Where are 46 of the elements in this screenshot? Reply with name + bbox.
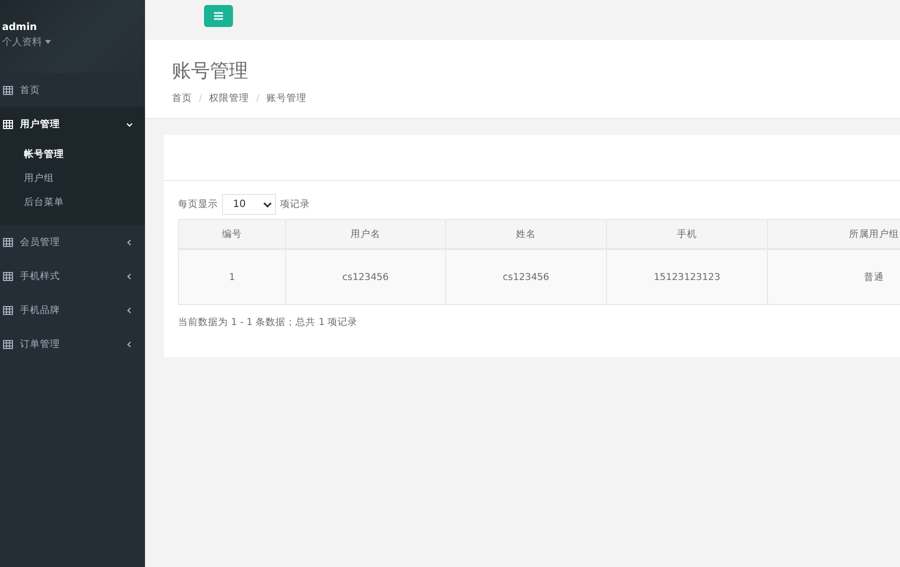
breadcrumb-link[interactable]: 账号管理 xyxy=(266,92,306,105)
column-header[interactable]: 编号 xyxy=(178,220,286,249)
table-cell: 普通 xyxy=(768,249,900,304)
chevron-left-icon xyxy=(126,340,133,348)
profile-menu[interactable]: 个人资料 xyxy=(2,35,145,49)
sidebar-item[interactable]: 手机品牌 xyxy=(0,293,145,327)
page-title: 账号管理 xyxy=(172,59,249,84)
menu-icon xyxy=(214,12,223,20)
grid-icon xyxy=(3,86,13,94)
table-cell: 15123123123 xyxy=(606,249,768,304)
caret-icon xyxy=(45,40,51,44)
column-header[interactable]: 用户名 xyxy=(286,220,446,249)
table-summary: 当前数据为 1 - 1 条数据；总共 1 项记录 xyxy=(178,316,359,329)
menu-button[interactable] xyxy=(204,5,233,27)
chevron-down-icon xyxy=(263,202,272,208)
breadcrumb-separator: / xyxy=(256,93,260,104)
submenu-item[interactable]: 后台菜单 xyxy=(0,191,145,215)
page-size-select[interactable]: 10 xyxy=(222,194,276,215)
chevron-down-icon xyxy=(126,120,133,128)
column-header[interactable]: 所属用户组 xyxy=(768,220,900,249)
chevron-left-icon xyxy=(126,272,133,280)
page-size-label: 每页显示 xyxy=(178,198,218,211)
page-size-suffix: 项记录 xyxy=(280,198,310,211)
grid-icon xyxy=(3,238,13,246)
column-header[interactable]: 手机 xyxy=(606,220,768,249)
table-cell: cs123456 xyxy=(286,249,446,304)
sidebar-item[interactable]: 首页 xyxy=(0,73,145,107)
breadcrumb-separator: / xyxy=(199,93,202,104)
chevron-left-icon xyxy=(126,306,133,314)
sidebar-item[interactable]: 会员管理 xyxy=(0,225,145,259)
breadcrumb-link[interactable]: 首页 xyxy=(172,92,192,105)
grid-icon xyxy=(3,306,13,314)
breadcrumb-link[interactable]: 权限管理 xyxy=(209,92,250,105)
sidebar-item[interactable]: 手机样式 xyxy=(0,259,145,293)
submenu-item[interactable]: 用户组 xyxy=(0,167,145,191)
grid-icon xyxy=(3,340,13,348)
grid-icon xyxy=(3,120,13,128)
table-cell: cs123456 xyxy=(446,249,606,304)
grid-icon xyxy=(3,272,13,280)
chevron-left-icon xyxy=(126,238,133,246)
column-header[interactable]: 姓名 xyxy=(446,220,606,249)
sidebar-item[interactable]: 用户管理 xyxy=(0,107,145,141)
table-cell: 1 xyxy=(178,249,286,304)
user-name: admin xyxy=(2,22,37,33)
sidebar-item[interactable]: 订单管理 xyxy=(0,327,145,361)
submenu-item[interactable]: 帐号管理 xyxy=(0,143,145,167)
